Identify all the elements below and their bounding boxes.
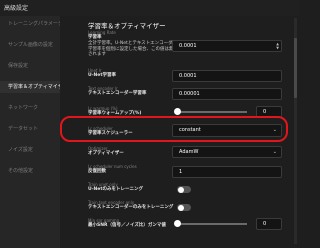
train-text-encoder-only-label: テキストエンコーダーのみをトレーニング (88, 205, 174, 210)
text-encoder-lr-value: 0.00001 (179, 91, 200, 97)
train-text-encoder-only-setting: Train text encoder only テキストエンコーダーのみをトレー… (88, 200, 228, 211)
optimizer-value: AdamW (179, 149, 199, 155)
lr-warmup-slider-handle[interactable] (174, 108, 181, 115)
learning-rate-value: 0.0001 (179, 43, 197, 49)
toggle-knob (177, 186, 184, 193)
sidebar-item-training-params[interactable]: トレーニングパラメータ (0, 18, 60, 30)
scrollbar[interactable] (294, 18, 297, 244)
sidebar-item-network[interactable]: ネットワーク (0, 102, 60, 114)
min-snr-gamma-slider-track[interactable] (177, 223, 247, 225)
scrollbar-thumb[interactable] (294, 38, 297, 98)
sidebar-item-lr-optimizer[interactable]: 学習率＆オプティマイザー (0, 81, 60, 93)
train-unet-only-toggle[interactable] (177, 186, 191, 193)
chevron-down-icon: ⌄ (272, 149, 277, 155)
sidebar-item-save-settings[interactable]: 保存設定 (0, 60, 60, 72)
sidebar-item-sample-images[interactable]: サンプル画像の設定 (0, 39, 60, 51)
sidebar-item-dataset[interactable]: データセット (0, 123, 60, 135)
learning-rate-input[interactable]: 0.0001 ▲ ▼ (172, 40, 282, 52)
text-encoder-lr-input[interactable]: 0.00001 (172, 88, 282, 100)
learning-rate-description-3: されます (88, 52, 106, 57)
min-snr-gamma-value: 0 (263, 221, 267, 227)
optimizer-select[interactable]: AdamW ⌄ (172, 146, 282, 158)
page-title: 学習率＆オプティマイザー (88, 22, 166, 30)
lr-warmup-slider-track[interactable] (177, 111, 247, 113)
min-snr-gamma-slider-handle[interactable] (174, 220, 181, 227)
highlight-annotation (60, 116, 288, 142)
train-unet-only-label: U-Netのみをトレーニング (88, 187, 143, 192)
num-cycles-input[interactable]: 1 (172, 166, 282, 178)
min-snr-gamma-input[interactable]: 0 (256, 218, 282, 230)
window-title: 高級設定 (4, 5, 29, 12)
num-cycles-value: 1 (179, 169, 183, 175)
stepper-arrows-icon[interactable]: ▲ ▼ (276, 42, 279, 50)
train-unet-only-setting: Train unet only U-Netのみをトレーニング (88, 182, 228, 193)
toggle-knob (177, 204, 184, 211)
lr-warmup-value: 0 (263, 109, 267, 115)
sidebar-item-other[interactable]: その他設定 (0, 165, 60, 177)
sidebar-item-noise[interactable]: ノイズ設定 (0, 144, 60, 156)
title-bar: 高級設定 (0, 0, 300, 16)
train-text-encoder-only-toggle[interactable] (177, 204, 191, 211)
sidebar: トレーニングパラメータ サンプル画像の設定 保存設定 学習率＆オプティマイザー … (0, 16, 60, 248)
unet-lr-value: 0.0001 (179, 73, 197, 79)
unet-lr-input[interactable]: 0.0001 (172, 70, 282, 82)
